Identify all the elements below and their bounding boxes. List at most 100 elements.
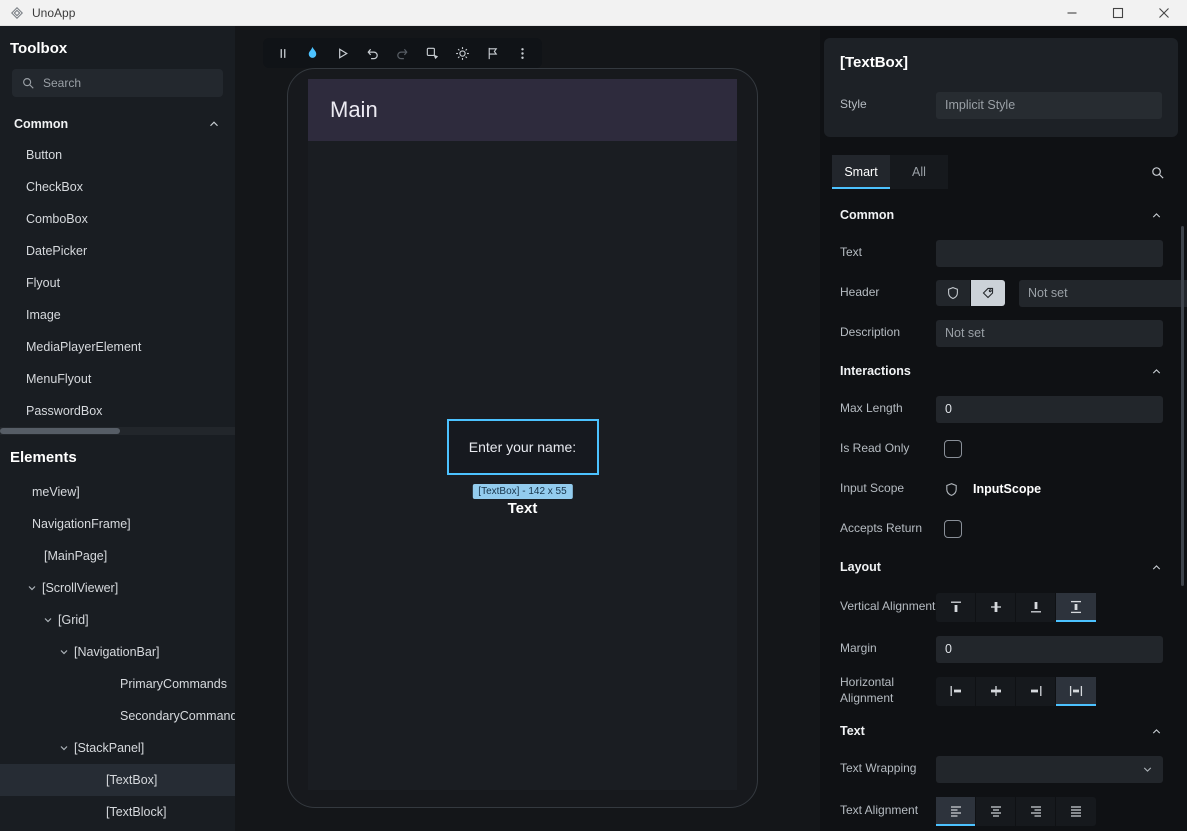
valign-top-button[interactable] bbox=[936, 593, 976, 622]
toolbox-item-label: ComboBox bbox=[26, 212, 88, 226]
play-icon[interactable] bbox=[331, 41, 354, 65]
toolbox-search[interactable] bbox=[12, 69, 223, 97]
selection-header-card: [TextBox] Style bbox=[824, 38, 1178, 137]
text-align-justify-button[interactable] bbox=[1056, 797, 1096, 826]
toolbox-item[interactable]: Button bbox=[0, 139, 235, 171]
drag-handle-icon[interactable] bbox=[271, 41, 294, 65]
hot-reload-flame-icon[interactable] bbox=[301, 41, 324, 65]
theme-toggle-icon[interactable] bbox=[451, 41, 474, 65]
tree-item[interactable]: [TextBlock] bbox=[0, 796, 235, 828]
text-input[interactable] bbox=[936, 240, 1163, 267]
text-align-center-button[interactable] bbox=[976, 797, 1016, 826]
max-length-input[interactable] bbox=[936, 396, 1163, 423]
accepts-return-checkbox[interactable] bbox=[944, 520, 962, 538]
tree-item[interactable]: [StackPanel] bbox=[0, 732, 235, 764]
description-input[interactable] bbox=[936, 320, 1163, 347]
prop-description-row: Description bbox=[840, 313, 1163, 353]
valign-bottom-button[interactable] bbox=[1016, 593, 1056, 622]
left-sidebar: Toolbox Common Button CheckBox bbox=[0, 26, 235, 831]
undo-icon[interactable] bbox=[361, 41, 384, 65]
chevron-up-icon bbox=[1150, 725, 1163, 738]
chevron-down-icon bbox=[1141, 763, 1154, 776]
tab-smart[interactable]: Smart bbox=[832, 155, 890, 189]
halign-center-button[interactable] bbox=[976, 677, 1016, 706]
section-interactions-title: Interactions bbox=[840, 364, 911, 378]
toolbox-horizontal-scrollbar[interactable] bbox=[0, 427, 235, 435]
scrollbar-thumb[interactable] bbox=[0, 428, 120, 434]
tree-item[interactable]: [Grid] bbox=[0, 604, 235, 636]
app-window: UnoApp Toolbox Common bbox=[0, 0, 1187, 831]
toolbox-group-common[interactable]: Common bbox=[0, 109, 235, 139]
toolbox-item-label: Image bbox=[26, 308, 61, 322]
margin-input[interactable] bbox=[936, 636, 1163, 663]
header-value-input[interactable] bbox=[1019, 280, 1187, 307]
toolbox-item[interactable]: CheckBox bbox=[0, 171, 235, 203]
prop-horizontal-alignment-row: Horizontal Alignment bbox=[840, 669, 1163, 713]
is-read-only-checkbox[interactable] bbox=[944, 440, 962, 458]
input-scope-value[interactable]: InputScope bbox=[973, 482, 1041, 496]
tree-item[interactable]: [NavigationBar] bbox=[0, 636, 235, 668]
header-label: Header bbox=[840, 285, 936, 301]
inspector-vertical-scrollbar[interactable] bbox=[1181, 226, 1184, 586]
section-layout[interactable]: Layout bbox=[840, 549, 1163, 585]
tree-item[interactable]: [ScrollViewer] bbox=[0, 572, 235, 604]
section-interactions[interactable]: Interactions bbox=[840, 353, 1163, 389]
input-scope-shield-icon[interactable] bbox=[944, 482, 959, 497]
tree-item[interactable]: [TextBox] bbox=[0, 764, 235, 796]
tree-item[interactable]: PrimaryCommands bbox=[0, 668, 235, 700]
tree-item[interactable]: SecondaryCommands bbox=[0, 700, 235, 732]
chevron-down-icon[interactable] bbox=[58, 646, 74, 658]
tree-item[interactable]: [MainPage] bbox=[0, 540, 235, 572]
window-title: UnoApp bbox=[32, 6, 75, 20]
toolbox-item[interactable]: DatePicker bbox=[0, 235, 235, 267]
flag-icon[interactable] bbox=[481, 41, 504, 65]
chevron-down-icon[interactable] bbox=[26, 582, 42, 594]
selected-textbox[interactable]: Enter your name: bbox=[447, 419, 599, 475]
toolbox-item[interactable]: Image bbox=[0, 299, 235, 331]
horizontal-alignment-group bbox=[936, 677, 1096, 706]
toolbox-item[interactable]: MediaPlayerElement bbox=[0, 331, 235, 363]
properties-list: Common Text Header bbox=[820, 189, 1187, 831]
toolbox-title: Toolbox bbox=[0, 26, 235, 67]
tree-item[interactable]: meView] bbox=[0, 476, 235, 508]
prop-readonly-row: Is Read Only bbox=[840, 429, 1163, 469]
header-binding-shield-icon[interactable] bbox=[936, 280, 970, 306]
style-label: Style bbox=[840, 97, 936, 113]
redo-icon[interactable] bbox=[391, 41, 414, 65]
tree-item[interactable]: NavigationFrame] bbox=[0, 508, 235, 540]
maximize-button[interactable] bbox=[1095, 0, 1141, 25]
close-button[interactable] bbox=[1141, 0, 1187, 25]
properties-search-icon[interactable] bbox=[1150, 165, 1165, 180]
text-label: Text bbox=[840, 245, 936, 261]
halign-stretch-button[interactable] bbox=[1056, 677, 1096, 706]
toolbox-item[interactable]: PasswordBox bbox=[0, 395, 235, 427]
tab-all[interactable]: All bbox=[890, 155, 948, 189]
chevron-down-icon[interactable] bbox=[58, 742, 74, 754]
titlebar: UnoApp bbox=[0, 0, 1187, 26]
minimize-button[interactable] bbox=[1049, 0, 1095, 25]
section-layout-title: Layout bbox=[840, 560, 881, 574]
text-align-right-button[interactable] bbox=[1016, 797, 1056, 826]
chevron-down-icon[interactable] bbox=[42, 614, 58, 626]
valign-center-button[interactable] bbox=[976, 593, 1016, 622]
section-text[interactable]: Text bbox=[840, 713, 1163, 749]
toolbox-list: Button CheckBox ComboBox DatePicker Flyo… bbox=[0, 139, 235, 427]
more-options-icon[interactable] bbox=[511, 41, 534, 65]
halign-right-button[interactable] bbox=[1016, 677, 1056, 706]
style-input[interactable] bbox=[936, 92, 1162, 119]
tree-item-label: [TextBox] bbox=[106, 773, 157, 787]
app-logo-icon bbox=[10, 6, 24, 20]
toolbox-item[interactable]: MenuFlyout bbox=[0, 363, 235, 395]
element-picker-icon[interactable] bbox=[421, 41, 444, 65]
tree-item-label: [NavigationBar] bbox=[74, 645, 159, 659]
halign-left-button[interactable] bbox=[936, 677, 976, 706]
toolbox-item[interactable]: ComboBox bbox=[0, 203, 235, 235]
toolbox-item[interactable]: Flyout bbox=[0, 267, 235, 299]
toolbox-search-input[interactable] bbox=[43, 76, 214, 90]
inspector-tabs: Smart All bbox=[832, 155, 1165, 189]
text-align-left-button[interactable] bbox=[936, 797, 976, 826]
header-tag-icon[interactable] bbox=[971, 280, 1005, 306]
valign-stretch-button[interactable] bbox=[1056, 593, 1096, 622]
section-common[interactable]: Common bbox=[840, 197, 1163, 233]
text-wrapping-dropdown[interactable] bbox=[936, 756, 1163, 783]
